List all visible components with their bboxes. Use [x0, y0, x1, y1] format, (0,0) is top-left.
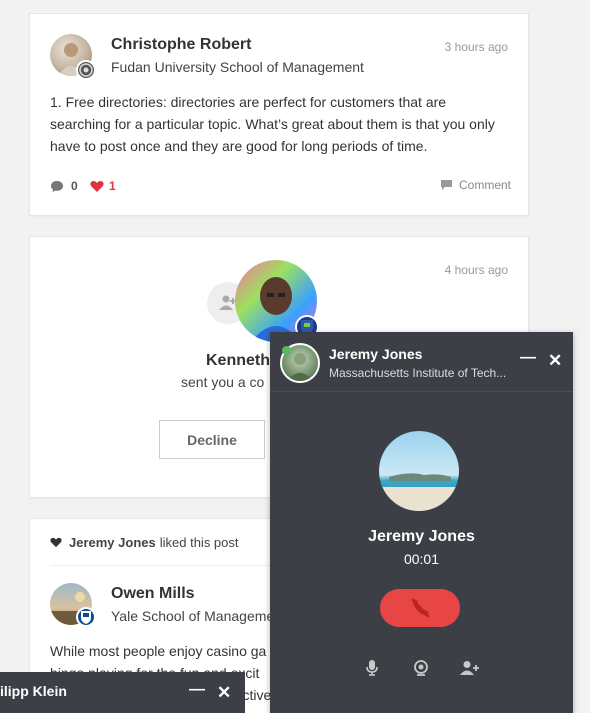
minimize-button[interactable]: —	[520, 350, 536, 366]
call-header: Jeremy Jones Massachusetts Institute of …	[270, 332, 573, 392]
microphone-icon[interactable]	[365, 659, 379, 681]
liked-by-suffix: liked this post	[159, 535, 239, 550]
request-message: sent you a co	[181, 374, 265, 390]
comment-button-label: Comment	[458, 178, 511, 192]
liked-by-name[interactable]: Jeremy Jones	[69, 535, 156, 550]
online-indicator	[282, 346, 291, 355]
heart-icon	[90, 180, 104, 192]
comments-count[interactable]: 0	[50, 179, 78, 193]
call-header-org: Massachusetts Institute of Tech...	[329, 366, 507, 380]
author-org[interactable]: Yale School of Management	[111, 608, 286, 624]
hang-up-button[interactable]	[380, 589, 460, 627]
callee-avatar	[379, 431, 459, 511]
callee-name: Jeremy Jones	[368, 528, 475, 545]
requester-name[interactable]: Kenneth	[206, 352, 270, 370]
university-badge	[76, 60, 96, 80]
comment-icon	[440, 180, 452, 190]
university-badge	[76, 607, 96, 627]
comment-button[interactable]: Comment	[440, 178, 511, 192]
call-duration: 00:01	[403, 551, 440, 567]
comment-bubble-icon	[51, 180, 63, 192]
likes-count-value: 1	[109, 179, 116, 193]
post-text-line-1: While most people enjoy casino ga	[50, 643, 267, 659]
post-card: Christophe Robert Fudan University Schoo…	[29, 13, 529, 216]
chat-bar[interactable]: ilipp Klein — ✕	[0, 672, 245, 713]
heart-icon	[50, 537, 62, 548]
close-button[interactable]: ✕	[217, 684, 231, 701]
close-button[interactable]: ✕	[548, 352, 562, 369]
author-name[interactable]: Owen Mills	[111, 585, 195, 603]
minimize-button[interactable]: —	[189, 682, 205, 698]
comments-count-value: 0	[71, 179, 78, 193]
liked-by-row: Jeremy Jones liked this post	[50, 535, 239, 550]
call-window: Jeremy Jones Massachusetts Institute of …	[270, 332, 573, 713]
add-participant-icon[interactable]	[460, 660, 480, 681]
decline-button[interactable]: Decline	[159, 420, 265, 459]
author-org[interactable]: Fudan University School of Management	[111, 59, 364, 75]
phone-off-icon	[411, 598, 430, 618]
call-header-name[interactable]: Jeremy Jones	[329, 346, 422, 362]
post-time: 3 hours ago	[444, 40, 508, 54]
chat-bar-name[interactable]: ilipp Klein	[0, 683, 67, 699]
webcam-icon[interactable]	[413, 660, 429, 681]
author-name[interactable]: Christophe Robert	[111, 36, 251, 54]
request-time: 4 hours ago	[444, 263, 508, 277]
likes-count[interactable]: 1	[90, 179, 116, 193]
post-text: 1. Free directories: directories are per…	[50, 94, 495, 154]
